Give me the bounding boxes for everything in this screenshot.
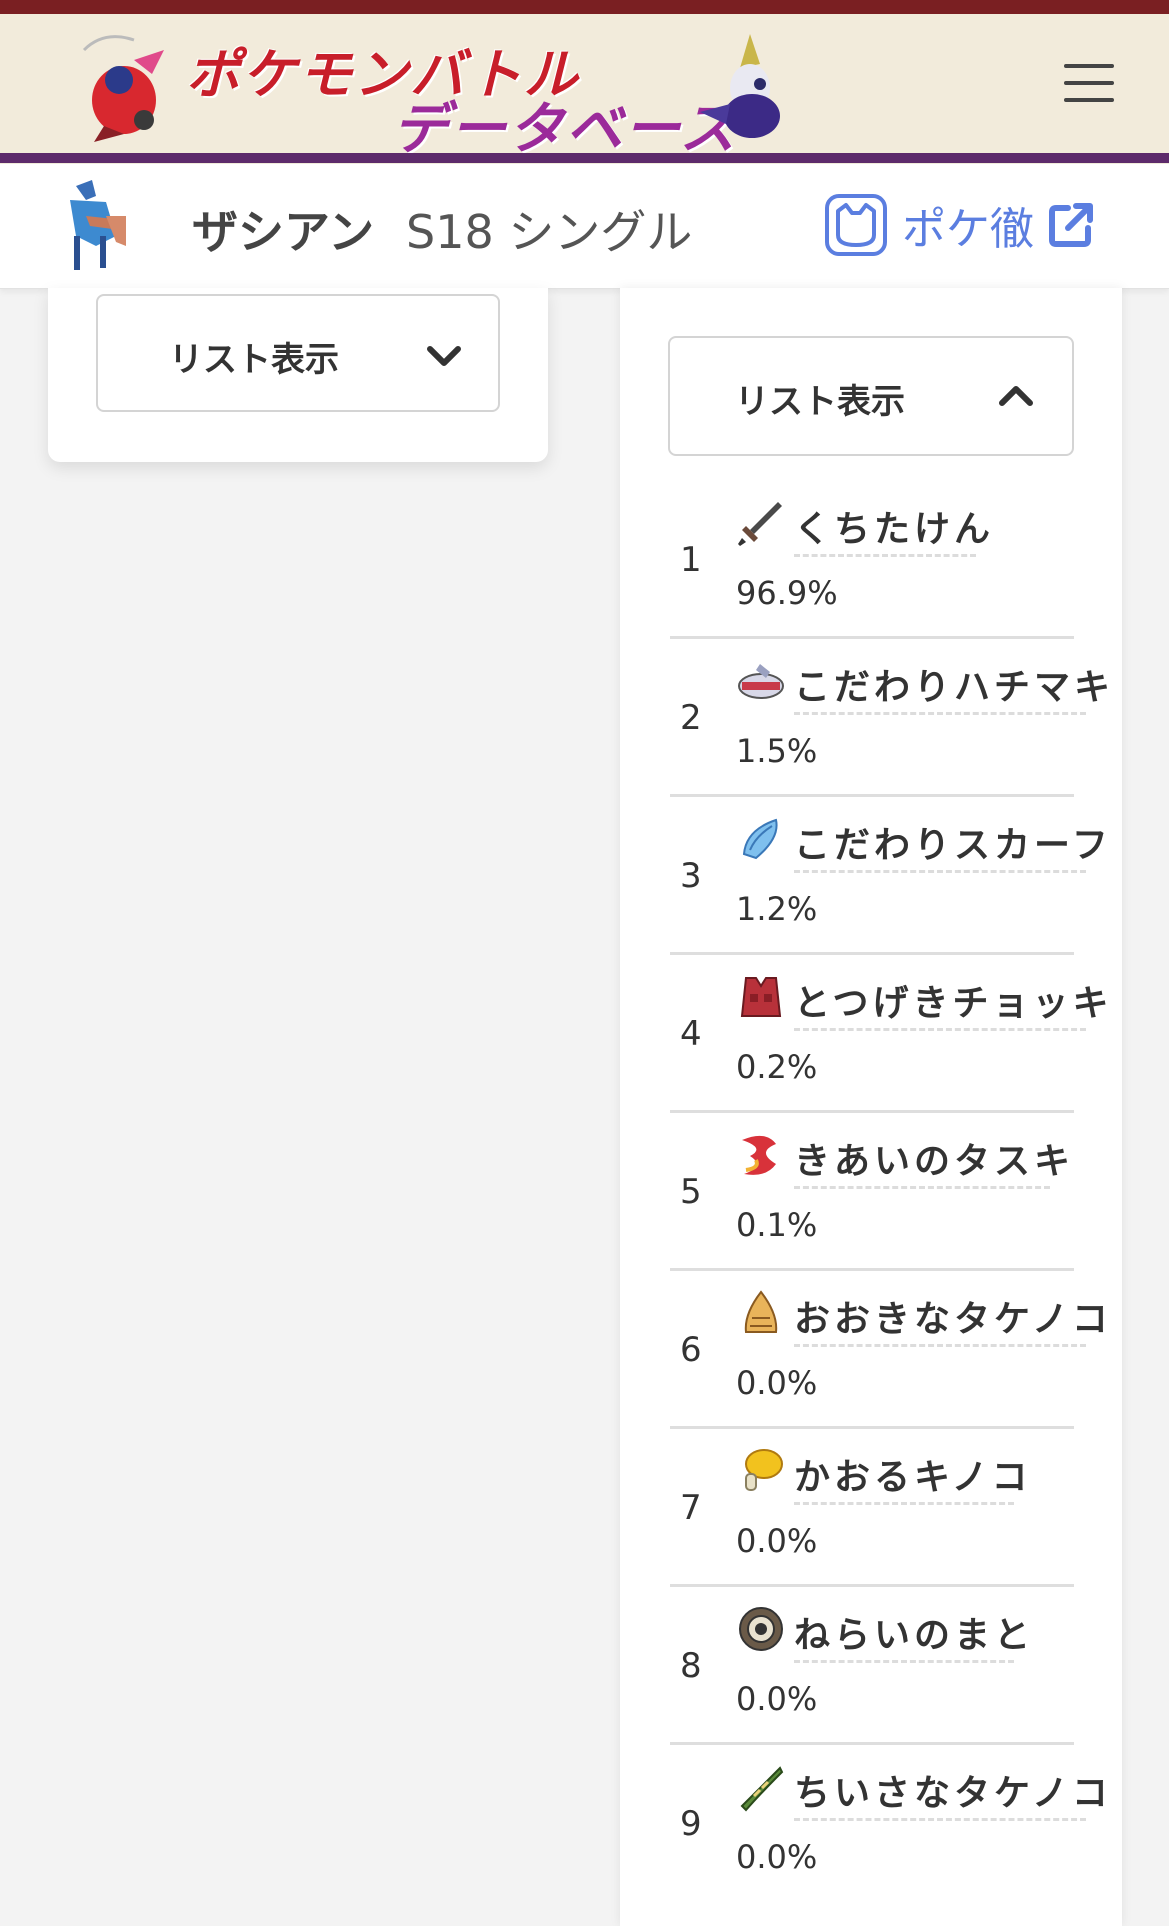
- row-divider: [670, 952, 1074, 955]
- chevron-down-icon: [427, 346, 461, 366]
- balm-mushroom-icon: [745, 1449, 783, 1491]
- item-percent: 96.9%: [736, 574, 838, 612]
- item-row[interactable]: 9 ちいさなタケノコ 0.0%: [670, 1746, 1108, 1903]
- pokemon-face-icon: [825, 194, 887, 256]
- item-name: おおきなタケノコ: [794, 1299, 1112, 1340]
- item-row[interactable]: 3 こだわりスカーフ 1.2%: [670, 798, 1108, 955]
- row-divider: [670, 1426, 1074, 1429]
- item-name: ちいさなタケノコ: [794, 1773, 1112, 1814]
- item-row[interactable]: 6 おおきなタケノコ 0.0%: [670, 1272, 1108, 1429]
- assault-vest-icon: [740, 977, 782, 1017]
- row-divider: [670, 1110, 1074, 1113]
- item-percent: 0.1%: [736, 1206, 818, 1244]
- tiny-bamboo-shoot-icon: [740, 1766, 784, 1812]
- item-row[interactable]: 7 かおるキノコ 0.0%: [670, 1430, 1074, 1587]
- list-view-select-expanded[interactable]: リスト表示: [668, 336, 1074, 456]
- item-percent: 0.0%: [736, 1838, 818, 1876]
- ring-target-icon: [739, 1607, 783, 1651]
- big-bamboo-shoot-icon: [744, 1290, 778, 1333]
- row-divider: [670, 636, 1074, 639]
- item-rank: 1: [680, 540, 702, 580]
- row-divider: [670, 1584, 1074, 1587]
- item-percent: 0.0%: [736, 1364, 818, 1402]
- item-rank: 4: [680, 1014, 702, 1054]
- item-percent: 1.5%: [736, 732, 818, 770]
- zacian-icon: [70, 180, 126, 270]
- left-panel: リスト表示: [48, 288, 548, 462]
- item-name: くちたけん: [794, 509, 995, 550]
- name-underline: [794, 1186, 1050, 1189]
- name-underline: [794, 1660, 1014, 1663]
- list-view-select-collapsed[interactable]: リスト表示: [96, 294, 500, 412]
- item-name: きあいのタスキ: [794, 1141, 1075, 1182]
- list-view-select-label: リスト表示: [735, 382, 905, 422]
- chevron-up-icon: [999, 386, 1033, 406]
- item-rank: 2: [680, 698, 702, 738]
- name-underline: [794, 1502, 1014, 1505]
- item-rank: 8: [680, 1646, 702, 1686]
- item-row[interactable]: 8 ねらいのまと 0.0%: [670, 1588, 1074, 1745]
- season-label: S18 シングル: [406, 205, 693, 259]
- item-name: こだわりハチマキ: [794, 667, 1115, 708]
- choice-band-icon: [738, 664, 784, 699]
- pokemon-name: ザシアン: [192, 205, 375, 259]
- header-top-stripe: [0, 0, 1169, 14]
- item-name: こだわりスカーフ: [794, 825, 1112, 866]
- name-underline: [794, 1344, 1086, 1347]
- row-divider: [670, 794, 1074, 797]
- choice-scarf-icon: [742, 818, 778, 860]
- rusted-sword-icon: [738, 502, 782, 546]
- poketetsu-label: ポケ徹: [902, 204, 1034, 255]
- name-underline: [794, 1818, 1086, 1821]
- item-percent: 1.2%: [736, 890, 818, 928]
- item-name: かおるキノコ: [794, 1457, 1032, 1498]
- name-underline: [794, 870, 1086, 873]
- koraidon-art-icon: [82, 35, 164, 142]
- item-name: ねらいのまと: [794, 1615, 1035, 1656]
- site-header: ポケモンバトル データベース: [0, 0, 1169, 164]
- name-underline: [794, 1028, 1086, 1031]
- focus-sash-icon: [742, 1135, 776, 1175]
- header-bottom-stripe: [0, 153, 1169, 163]
- right-panel: リスト表示 1 くちたけん 96.9% 2 こだわりハチマキ 1.5% 3 こだ…: [620, 288, 1122, 1926]
- item-rank: 7: [680, 1488, 702, 1528]
- item-rank: 5: [680, 1172, 702, 1212]
- item-row[interactable]: 2 こだわりハチマキ 1.5%: [670, 640, 1110, 797]
- name-underline: [794, 554, 976, 557]
- item-percent: 0.0%: [736, 1680, 818, 1718]
- list-view-select-label: リスト表示: [169, 340, 339, 380]
- item-row[interactable]: 5 きあいのタスキ 0.1%: [670, 1114, 1074, 1271]
- menu-button[interactable]: [1064, 62, 1116, 104]
- item-percent: 0.2%: [736, 1048, 818, 1086]
- item-row[interactable]: 1 くちたけん 96.9%: [670, 482, 1074, 639]
- row-divider: [670, 1268, 1074, 1271]
- item-row[interactable]: 4 とつげきチョッキ 0.2%: [670, 956, 1109, 1113]
- poketetsu-link[interactable]: ポケ徹: [824, 190, 1094, 260]
- external-link-icon: [1049, 203, 1093, 247]
- item-rank: 6: [680, 1330, 702, 1370]
- miraidon-art-icon: [700, 34, 780, 138]
- item-rank: 9: [680, 1804, 702, 1844]
- item-rank: 3: [680, 856, 702, 896]
- pokemon-title-bar: ザシアン S18 シングル ポケ徹: [0, 164, 1169, 289]
- item-name: とつげきチョッキ: [794, 983, 1113, 1024]
- item-percent: 0.0%: [736, 1522, 818, 1560]
- row-divider: [670, 1742, 1074, 1745]
- name-underline: [794, 712, 1086, 715]
